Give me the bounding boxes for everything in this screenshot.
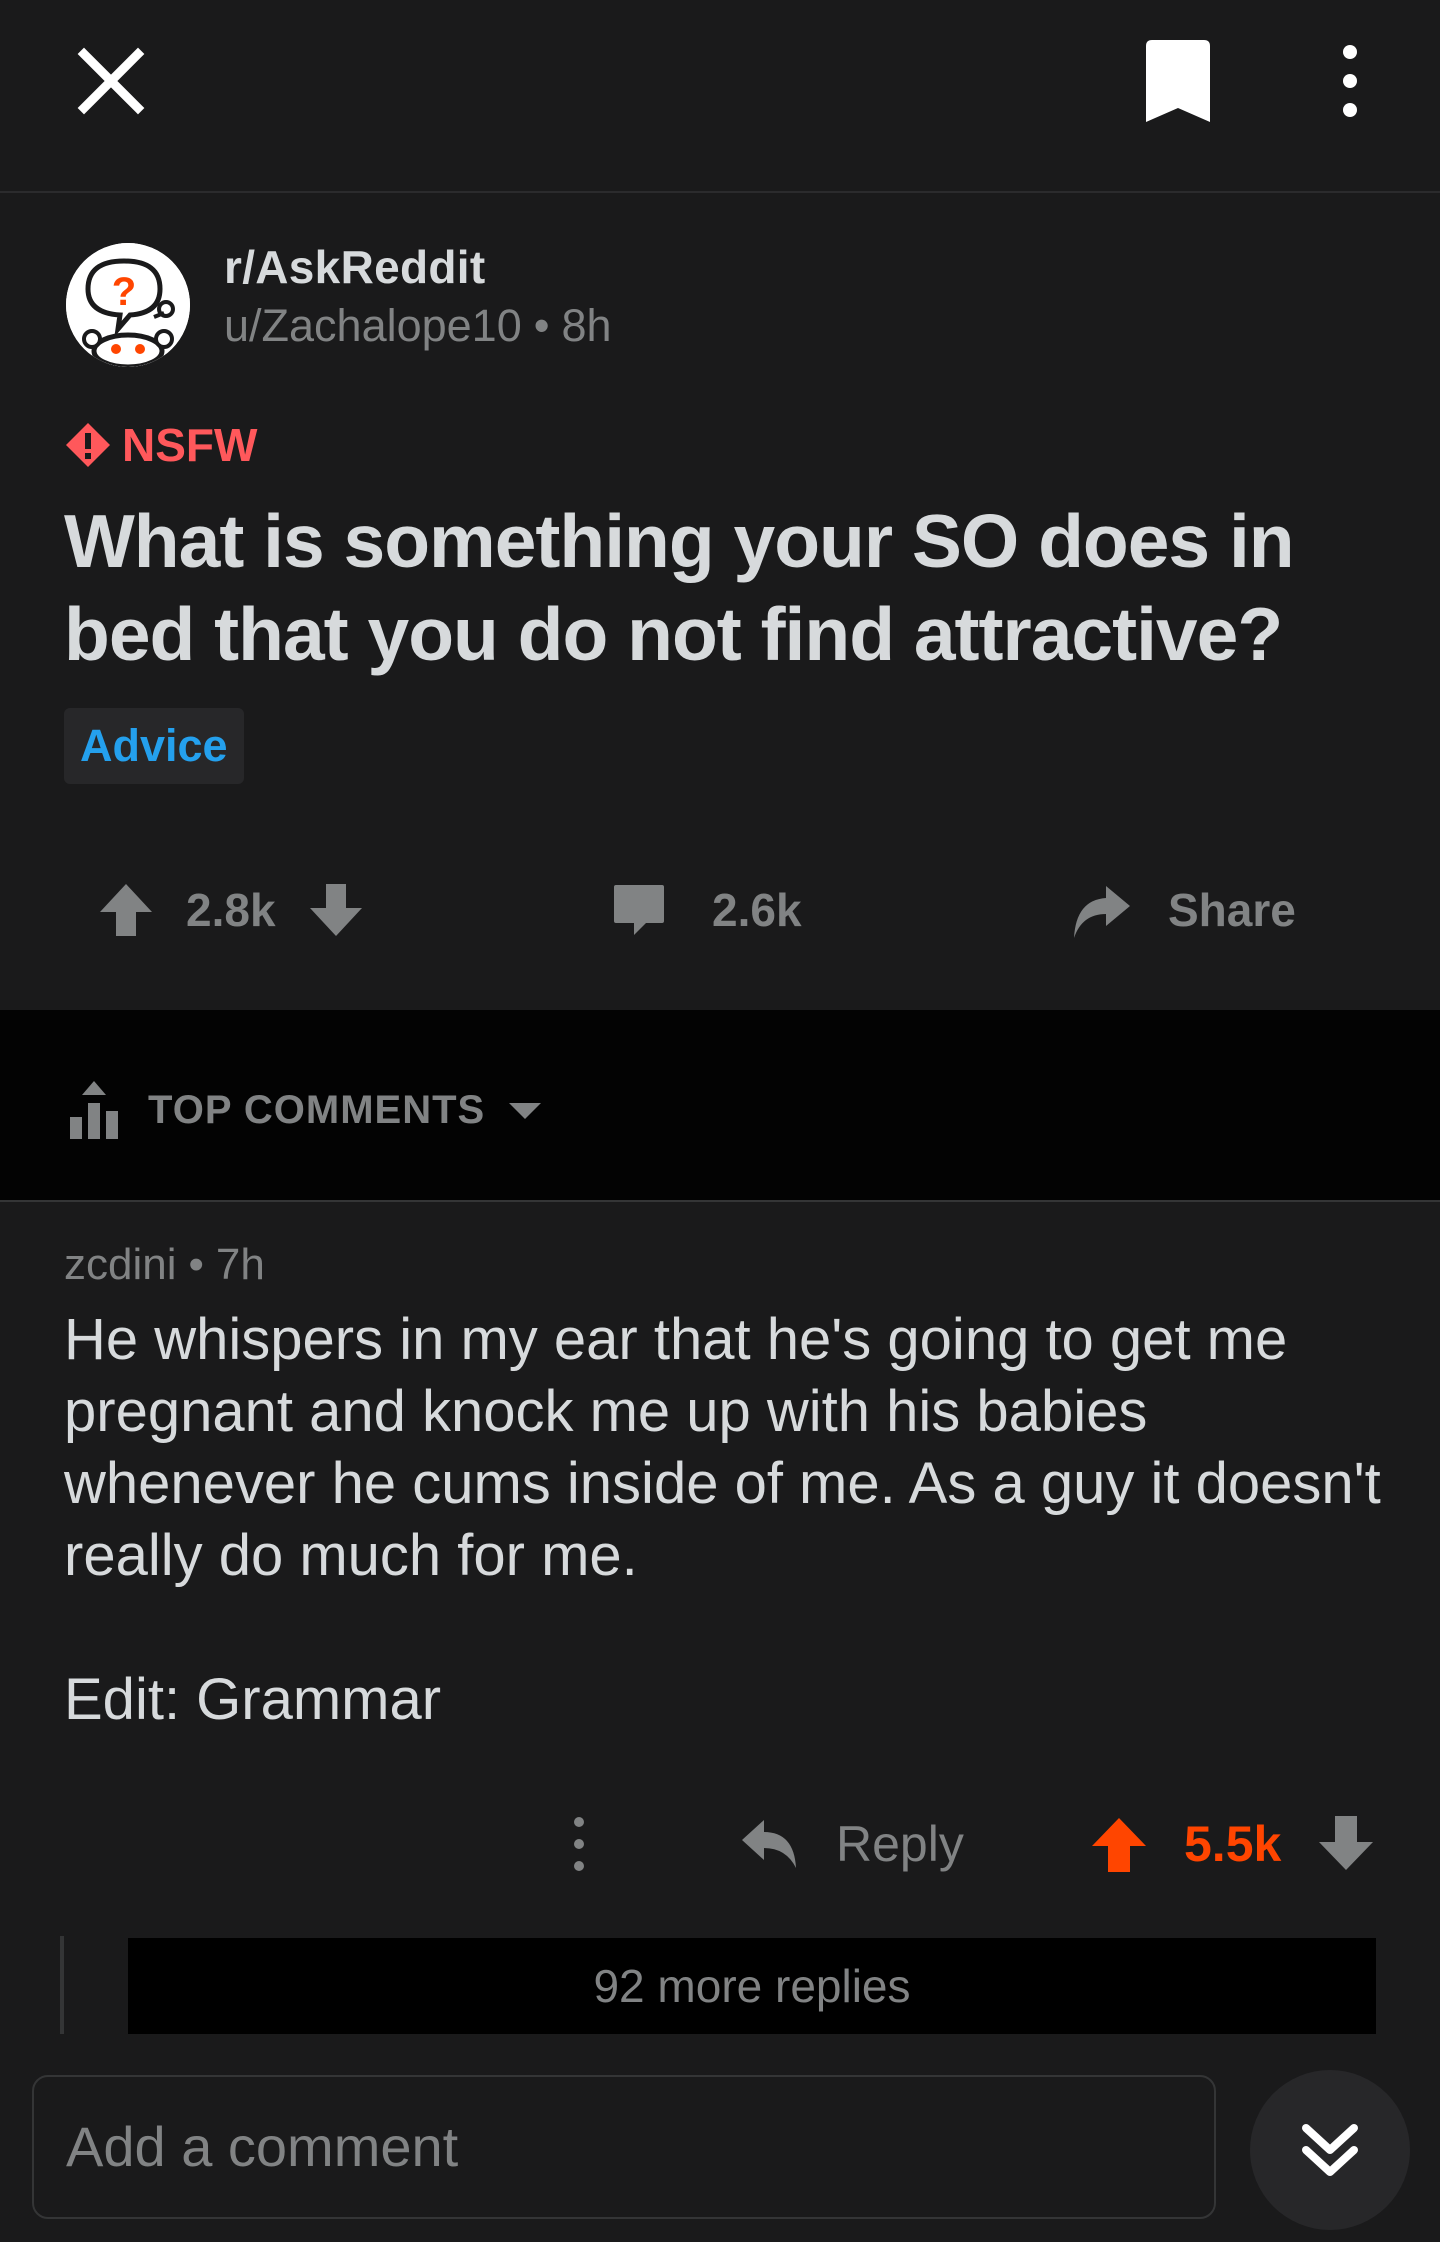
comment-age: 7h [215,1240,265,1289]
double-chevron-down-icon [1302,2124,1358,2176]
more-vertical-icon[interactable] [562,1812,596,1876]
comment-text: He whispers in my ear that he's going to… [64,1307,1381,1588]
comment-sort-bar: TOP COMMENTS [0,1010,1440,1202]
downvote-icon[interactable] [1317,1814,1375,1874]
post: ? r/AskReddit u/Zachalope10 • 8h NSFW What… [0,195,1440,1010]
bottom-bar: Add a comment [0,2070,1440,2242]
more-vertical-icon[interactable] [1330,38,1370,124]
post-author[interactable]: u/Zachalope10 [224,300,522,351]
close-icon[interactable] [70,40,152,122]
bookmark-icon[interactable] [1140,38,1216,124]
add-comment-input[interactable]: Add a comment [32,2075,1216,2219]
warning-diamond-icon [66,423,110,467]
comment-edit-note: Edit: Grammar [64,1667,442,1732]
share-button[interactable]: Share [1068,845,1296,975]
reply-label: Reply [836,1816,964,1872]
svg-text:?: ? [112,270,136,314]
upvote-icon[interactable] [96,880,156,940]
post-actions: 2.8k 2.6k Share [0,845,1440,975]
caret-down-icon [509,1103,542,1119]
subreddit-name[interactable]: r/AskReddit [224,240,485,294]
comment-score: 5.5k [1184,1816,1282,1872]
downvote-icon[interactable] [306,880,366,940]
askreddit-logo-icon: ? [66,243,190,367]
comment-actions: Reply 5.5k [0,1794,1440,1894]
post-title: What is something your SO does in bed th… [64,499,1295,676]
subreddit-avatar[interactable]: ? [66,243,190,367]
reply-arrow-icon [742,1820,796,1868]
separator-dot: • [188,1240,204,1289]
sort-label: TOP COMMENTS [148,1087,486,1132]
nsfw-tag: NSFW [64,417,257,473]
comment-vote-group: 5.5k [1090,1794,1375,1894]
comment-count: 2.6k [712,884,802,936]
reply-button[interactable]: Reply [740,1794,964,1894]
upvote-active-icon[interactable] [1090,1814,1148,1874]
next-comment-button[interactable] [1250,2070,1410,2230]
comment-author[interactable]: zcdini [64,1240,177,1289]
thread-line [60,1936,64,2034]
comment-body: He whispers in my ear that he's going to… [64,1304,1384,1736]
comment-bubble-icon [614,885,664,935]
comment: zcdini • 7h He whispers in my ear that he'… [0,1204,1440,2070]
post-score: 2.8k [186,884,276,936]
post-age: 8h [561,300,612,351]
post-flair[interactable]: Advice [64,708,244,784]
share-label: Share [1168,884,1296,936]
sort-selector[interactable]: TOP COMMENTS [66,1078,543,1142]
comments-button[interactable]: 2.6k [610,845,802,975]
more-replies-button[interactable]: 92 more replies [128,1938,1376,2034]
post-vote-group: 2.8k [96,845,366,975]
top-bar [0,0,1440,193]
share-arrow-icon [1074,886,1130,938]
nsfw-label: NSFW [122,419,258,471]
separator-dot: • [533,300,550,351]
comment-meta: zcdini • 7h [64,1240,265,1290]
top-sort-icon [70,1081,118,1139]
post-byline: u/Zachalope10 • 8h [224,300,612,352]
